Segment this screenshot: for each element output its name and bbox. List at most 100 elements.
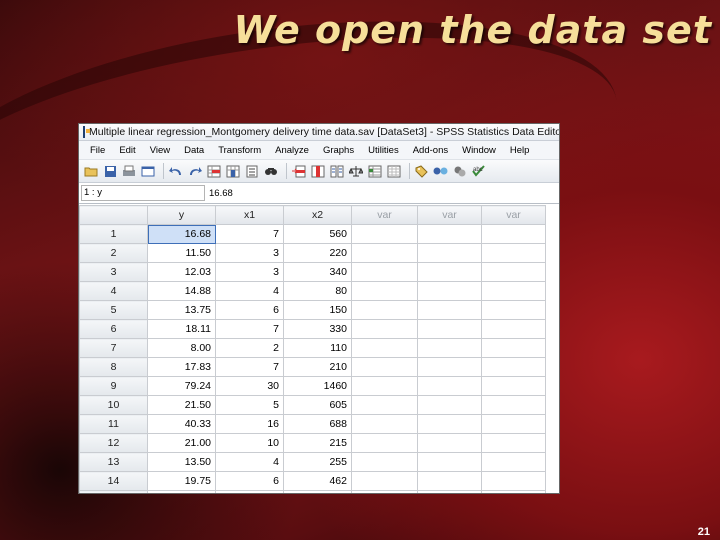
- cell-empty[interactable]: [417, 471, 482, 491]
- cell-empty[interactable]: [351, 433, 418, 453]
- cell-x2[interactable]: 448: [283, 490, 352, 493]
- cell-x2[interactable]: 215: [283, 433, 352, 453]
- menu-analyze[interactable]: Analyze: [272, 145, 312, 156]
- goto-case-icon[interactable]: [206, 163, 222, 179]
- menu-view[interactable]: View: [147, 145, 173, 156]
- cell-empty[interactable]: [351, 490, 418, 493]
- menu-file[interactable]: File: [87, 145, 108, 156]
- menu-transform[interactable]: Transform: [215, 145, 264, 156]
- cell-empty[interactable]: [417, 300, 482, 320]
- row-number[interactable]: 10: [79, 395, 148, 415]
- open-icon[interactable]: [83, 163, 99, 179]
- column-header-y[interactable]: y: [147, 205, 216, 225]
- cell-x1[interactable]: 9: [215, 490, 284, 493]
- cell-y[interactable]: 17.83: [147, 357, 216, 377]
- cell-empty[interactable]: [417, 452, 482, 472]
- cell-x2[interactable]: 255: [283, 452, 352, 472]
- cell-empty[interactable]: [351, 224, 418, 244]
- cell-empty[interactable]: [481, 452, 546, 472]
- row-number[interactable]: 5: [79, 300, 148, 320]
- cell-empty[interactable]: [481, 433, 546, 453]
- select-cases-icon[interactable]: [367, 163, 383, 179]
- cell-x1[interactable]: 16: [215, 414, 284, 434]
- cell-empty[interactable]: [351, 414, 418, 434]
- cell-empty[interactable]: [481, 414, 546, 434]
- cell-empty[interactable]: [417, 338, 482, 358]
- cell-empty[interactable]: [481, 376, 546, 396]
- undo-icon[interactable]: [168, 163, 184, 179]
- cell-empty[interactable]: [417, 357, 482, 377]
- cell-empty[interactable]: [417, 319, 482, 339]
- cell-empty[interactable]: [351, 395, 418, 415]
- menu-add-ons[interactable]: Add-ons: [410, 145, 451, 156]
- cell-x1[interactable]: 2: [215, 338, 284, 358]
- cell-empty[interactable]: [481, 471, 546, 491]
- row-number[interactable]: 11: [79, 414, 148, 434]
- cell-x1[interactable]: 6: [215, 471, 284, 491]
- cell-x2[interactable]: 340: [283, 262, 352, 282]
- cell-empty[interactable]: [417, 414, 482, 434]
- cell-y[interactable]: 11.50: [147, 243, 216, 263]
- cell-x2[interactable]: 80: [283, 281, 352, 301]
- cell-empty[interactable]: [351, 281, 418, 301]
- cell-empty[interactable]: [481, 338, 546, 358]
- cell-empty[interactable]: [417, 243, 482, 263]
- cell-y[interactable]: 79.24: [147, 376, 216, 396]
- row-number[interactable]: 1: [79, 224, 148, 244]
- menu-graphs[interactable]: Graphs: [320, 145, 357, 156]
- menu-utilities[interactable]: Utilities: [365, 145, 402, 156]
- row-number[interactable]: 3: [79, 262, 148, 282]
- cell-empty[interactable]: [481, 490, 546, 493]
- row-number[interactable]: 9: [79, 376, 148, 396]
- row-number[interactable]: 6: [79, 319, 148, 339]
- cell-x2[interactable]: 688: [283, 414, 352, 434]
- cell-empty[interactable]: [481, 357, 546, 377]
- row-number[interactable]: 15: [79, 490, 148, 493]
- cell-y[interactable]: 24.00: [147, 490, 216, 493]
- cell-empty[interactable]: [481, 224, 546, 244]
- cell-x1[interactable]: 3: [215, 243, 284, 263]
- column-header-x2[interactable]: x2: [283, 205, 352, 225]
- cell-empty[interactable]: [417, 376, 482, 396]
- column-header-var[interactable]: var: [351, 205, 418, 225]
- row-number[interactable]: 12: [79, 433, 148, 453]
- cell-empty[interactable]: [417, 433, 482, 453]
- redo-icon[interactable]: [187, 163, 203, 179]
- insert-variable-icon[interactable]: [310, 163, 326, 179]
- goto-variable-icon[interactable]: [225, 163, 241, 179]
- cell-empty[interactable]: [481, 319, 546, 339]
- cell-y[interactable]: 18.11: [147, 319, 216, 339]
- weight-cases-icon[interactable]: [348, 163, 364, 179]
- cell-empty[interactable]: [351, 300, 418, 320]
- cell-empty[interactable]: [351, 357, 418, 377]
- cell-x1[interactable]: 7: [215, 319, 284, 339]
- cell-x2[interactable]: 462: [283, 471, 352, 491]
- cell-x2[interactable]: 110: [283, 338, 352, 358]
- cell-value-field[interactable]: 16.68: [209, 188, 233, 199]
- cell-x1[interactable]: 30: [215, 376, 284, 396]
- row-number[interactable]: 2: [79, 243, 148, 263]
- menu-data[interactable]: Data: [181, 145, 207, 156]
- cell-empty[interactable]: [417, 395, 482, 415]
- row-number[interactable]: 14: [79, 471, 148, 491]
- menu-window[interactable]: Window: [459, 145, 499, 156]
- cell-x1[interactable]: 10: [215, 433, 284, 453]
- cell-y[interactable]: 13.75: [147, 300, 216, 320]
- cell-empty[interactable]: [481, 300, 546, 320]
- cell-y[interactable]: 12.03: [147, 262, 216, 282]
- cell-x1[interactable]: 6: [215, 300, 284, 320]
- cell-y[interactable]: 16.68: [147, 224, 216, 244]
- cell-empty[interactable]: [351, 471, 418, 491]
- cell-empty[interactable]: [417, 224, 482, 244]
- cell-empty[interactable]: [417, 281, 482, 301]
- find-icon[interactable]: [263, 163, 279, 179]
- row-number[interactable]: 7: [79, 338, 148, 358]
- cell-empty[interactable]: [417, 490, 482, 493]
- row-number[interactable]: 8: [79, 357, 148, 377]
- split-file-icon[interactable]: [329, 163, 345, 179]
- cell-empty[interactable]: [481, 395, 546, 415]
- circles-icon[interactable]: [452, 163, 468, 179]
- cell-x2[interactable]: 210: [283, 357, 352, 377]
- cell-x1[interactable]: 7: [215, 224, 284, 244]
- column-header-x1[interactable]: x1: [215, 205, 284, 225]
